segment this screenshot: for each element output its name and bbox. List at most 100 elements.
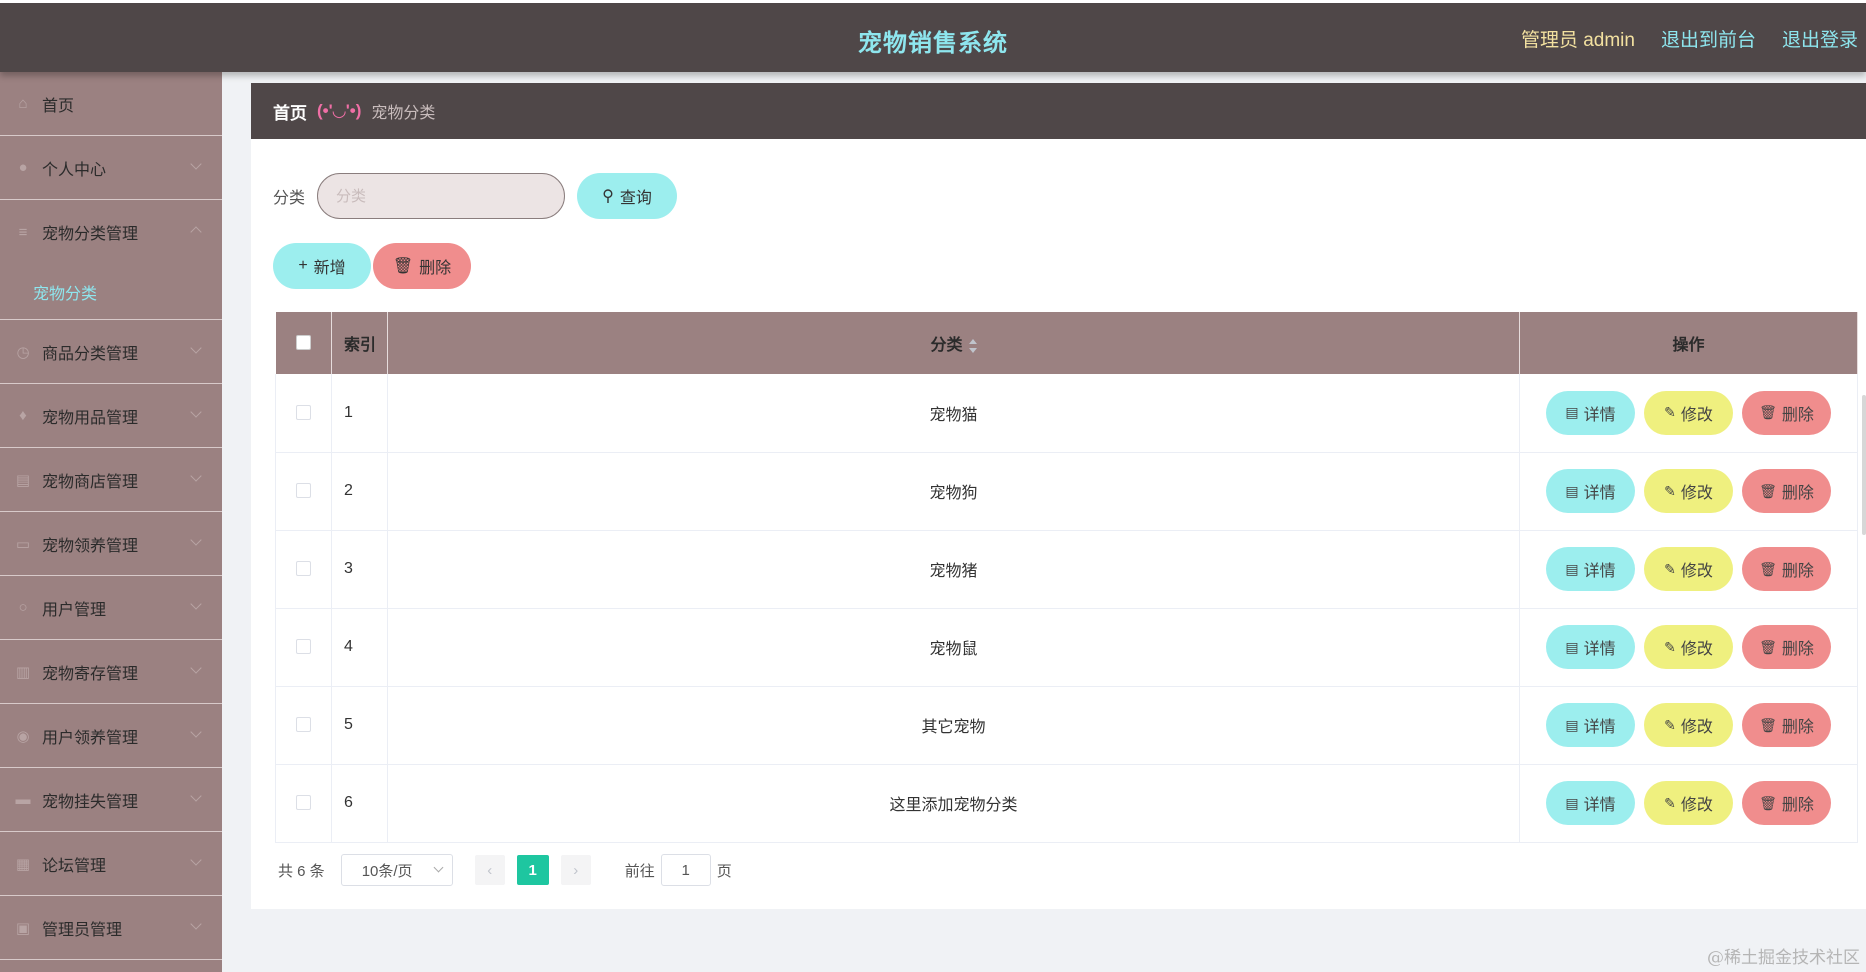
delete-button[interactable]: 🗑 删除: [1742, 625, 1831, 669]
sidebar-item-label: 宠物挂失管理: [42, 793, 139, 811]
goto-page-input[interactable]: [660, 854, 711, 886]
action-row: + 新增 🗑 删除: [273, 243, 471, 289]
delete-button[interactable]: 🗑 删除: [1742, 390, 1831, 435]
prev-page-button[interactable]: ‹: [474, 855, 505, 885]
select-all-cell: [275, 312, 332, 374]
chevron-down-icon: [190, 790, 202, 802]
detail-button[interactable]: ▤ 详情: [1546, 469, 1635, 513]
sidebar-item-label: 宠物寄存管理: [42, 665, 139, 683]
sidebar-item-admin-mgmt[interactable]: ▣ 管理员管理: [0, 896, 222, 960]
edit-button[interactable]: ✎ 修改: [1644, 625, 1733, 669]
edit-button[interactable]: ✎ 修改: [1644, 703, 1733, 747]
sidebar-item-forum-mgmt[interactable]: ▦ 论坛管理: [0, 832, 222, 896]
row-checkbox[interactable]: [296, 639, 311, 655]
breadcrumb: 首页 (•'◡'•) 宠物分类: [251, 83, 1866, 139]
edit-button[interactable]: ✎ 修改: [1644, 390, 1733, 435]
row-index: 2: [331, 452, 388, 531]
delete-button-label: 删除: [1781, 563, 1814, 580]
scrollbar[interactable]: [1862, 395, 1866, 535]
pencil-icon: ✎: [1664, 716, 1676, 733]
sidebar-item-label: 用户领养管理: [42, 729, 139, 747]
document-icon: ▤: [1565, 482, 1579, 499]
sidebar-item-label: 宠物用品管理: [42, 409, 139, 427]
sidebar-item-home[interactable]: ⌂ 首页: [0, 72, 222, 136]
user-icon: ●: [18, 159, 28, 176]
plus-icon: +: [298, 257, 308, 274]
logout-link[interactable]: 退出登录: [1782, 25, 1858, 52]
sidebar-item-personal-center[interactable]: ● 个人中心: [0, 136, 222, 200]
sidebar-item-goods-category-mgmt[interactable]: ◷ 商品分类管理: [0, 320, 222, 384]
detail-button[interactable]: ▤ 详情: [1546, 390, 1635, 435]
query-button[interactable]: ⚲ 查询: [577, 173, 678, 219]
row-category: 宠物猫: [387, 374, 1520, 453]
row-ops: ▤ 详情 ✎ 修改 🗑 删除: [1519, 530, 1858, 609]
document-icon: ▤: [1565, 404, 1579, 421]
edit-button[interactable]: ✎ 修改: [1644, 547, 1733, 591]
row-category: 其它宠物: [387, 686, 1520, 765]
breadcrumb-home[interactable]: 首页: [273, 99, 307, 124]
category-search-input[interactable]: [317, 173, 566, 219]
delete-button[interactable]: 🗑 删除: [1742, 547, 1831, 591]
exit-to-front-link[interactable]: 退出到前台: [1661, 25, 1756, 52]
row-ops-group: ▤ 详情 ✎ 修改 🗑 删除: [1520, 625, 1857, 669]
row-index: 4: [331, 608, 388, 687]
table-row: 5 其它宠物 ▤ 详情 ✎ 修改 🗑 删除: [275, 686, 1858, 765]
next-page-button[interactable]: ›: [560, 855, 591, 885]
chevron-left-icon: ‹: [487, 861, 493, 879]
delete-button[interactable]: 🗑 删除: [1742, 703, 1831, 747]
sidebar-subitem-pet-category[interactable]: 宠物分类: [0, 264, 222, 320]
bulk-delete-button[interactable]: 🗑 删除: [373, 243, 471, 289]
select-all-checkbox[interactable]: [295, 335, 311, 351]
sidebar-item-label: 用户管理: [42, 601, 107, 619]
row-category: 宠物狗: [387, 452, 1520, 531]
page-number-button[interactable]: 1: [516, 855, 549, 885]
delete-button[interactable]: 🗑 删除: [1742, 469, 1831, 513]
doc-icon: ▤: [15, 471, 31, 489]
sidebar-item-user-mgmt[interactable]: ○ 用户管理: [0, 576, 222, 640]
edit-button[interactable]: ✎ 修改: [1644, 469, 1733, 513]
detail-button[interactable]: ▤ 详情: [1546, 781, 1635, 825]
sidebar-item-pet-boarding-mgmt[interactable]: ▥ 宠物寄存管理: [0, 640, 222, 704]
row-checkbox[interactable]: [296, 717, 311, 733]
detail-button[interactable]: ▤ 详情: [1546, 547, 1635, 591]
row-category: 宠物鼠: [387, 608, 1520, 687]
document-icon: ▤: [1565, 638, 1579, 655]
row-ops: ▤ 详情 ✎ 修改 🗑 删除: [1519, 374, 1858, 453]
sidebar-item-label: 宠物分类管理: [42, 226, 139, 243]
pencil-icon: ✎: [1664, 560, 1676, 577]
detail-button[interactable]: ▤ 详情: [1546, 703, 1635, 747]
delete-button[interactable]: 🗑 删除: [1742, 781, 1831, 825]
delete-button-label: 删除: [1781, 485, 1814, 502]
edit-button[interactable]: ✎ 修改: [1644, 781, 1733, 825]
row-select-cell: [275, 452, 332, 531]
row-ops: ▤ 详情 ✎ 修改 🗑 删除: [1519, 764, 1858, 843]
trash-icon: 🗑: [1759, 560, 1777, 577]
sidebar-item-pet-category-mgmt[interactable]: ≡ 宠物分类管理: [0, 200, 222, 264]
sidebar-item-pet-store-mgmt[interactable]: ▤ 宠物商店管理: [0, 448, 222, 512]
row-checkbox[interactable]: [296, 561, 311, 577]
sidebar-item-pet-lost-mgmt[interactable]: ▬ 宠物挂失管理: [0, 768, 222, 832]
search-label: 分类: [273, 190, 306, 207]
search-row: 分类 ⚲ 查询: [273, 173, 678, 219]
chevron-right-icon: ›: [573, 861, 579, 879]
sidebar-item-pet-supplies-mgmt[interactable]: ♦ 宠物用品管理: [0, 384, 222, 448]
detail-button[interactable]: ▤ 详情: [1546, 625, 1635, 669]
detail-button-label: 详情: [1583, 719, 1616, 736]
table-row: 1 宠物猫 ▤ 详情 ✎ 修改 🗑 删除: [275, 374, 1858, 453]
add-button[interactable]: + 新增: [273, 243, 371, 289]
admin-icon: ▣: [15, 919, 31, 937]
page-size-select[interactable]: 10条/页: [340, 854, 453, 886]
admin-label: 管理员 admin: [1520, 30, 1635, 51]
trash-icon: 🗑: [1759, 404, 1777, 421]
pagination-total: 共 6 条: [278, 862, 325, 880]
sidebar-item-pet-adoption-mgmt[interactable]: ▭ 宠物领养管理: [0, 512, 222, 576]
row-checkbox[interactable]: [296, 405, 311, 421]
header-category[interactable]: 分类: [387, 312, 1520, 374]
row-checkbox[interactable]: [296, 483, 311, 499]
category-table: 索引 分类 操作 1 宠物猫 ▤ 详情 ✎ 修改 🗑 删除 2 宠物狗 ▤ 详情 ✎ 修改 🗑 删除 3 宠物猪 ▤…: [275, 312, 1858, 843]
goto-page: 前往 页: [625, 854, 732, 886]
sidebar-item-user-adoption-mgmt[interactable]: ◉ 用户领养管理: [0, 704, 222, 768]
table-row: 2 宠物狗 ▤ 详情 ✎ 修改 🗑 删除: [275, 452, 1858, 531]
sort-icon[interactable]: [968, 338, 977, 353]
row-checkbox[interactable]: [296, 795, 311, 811]
